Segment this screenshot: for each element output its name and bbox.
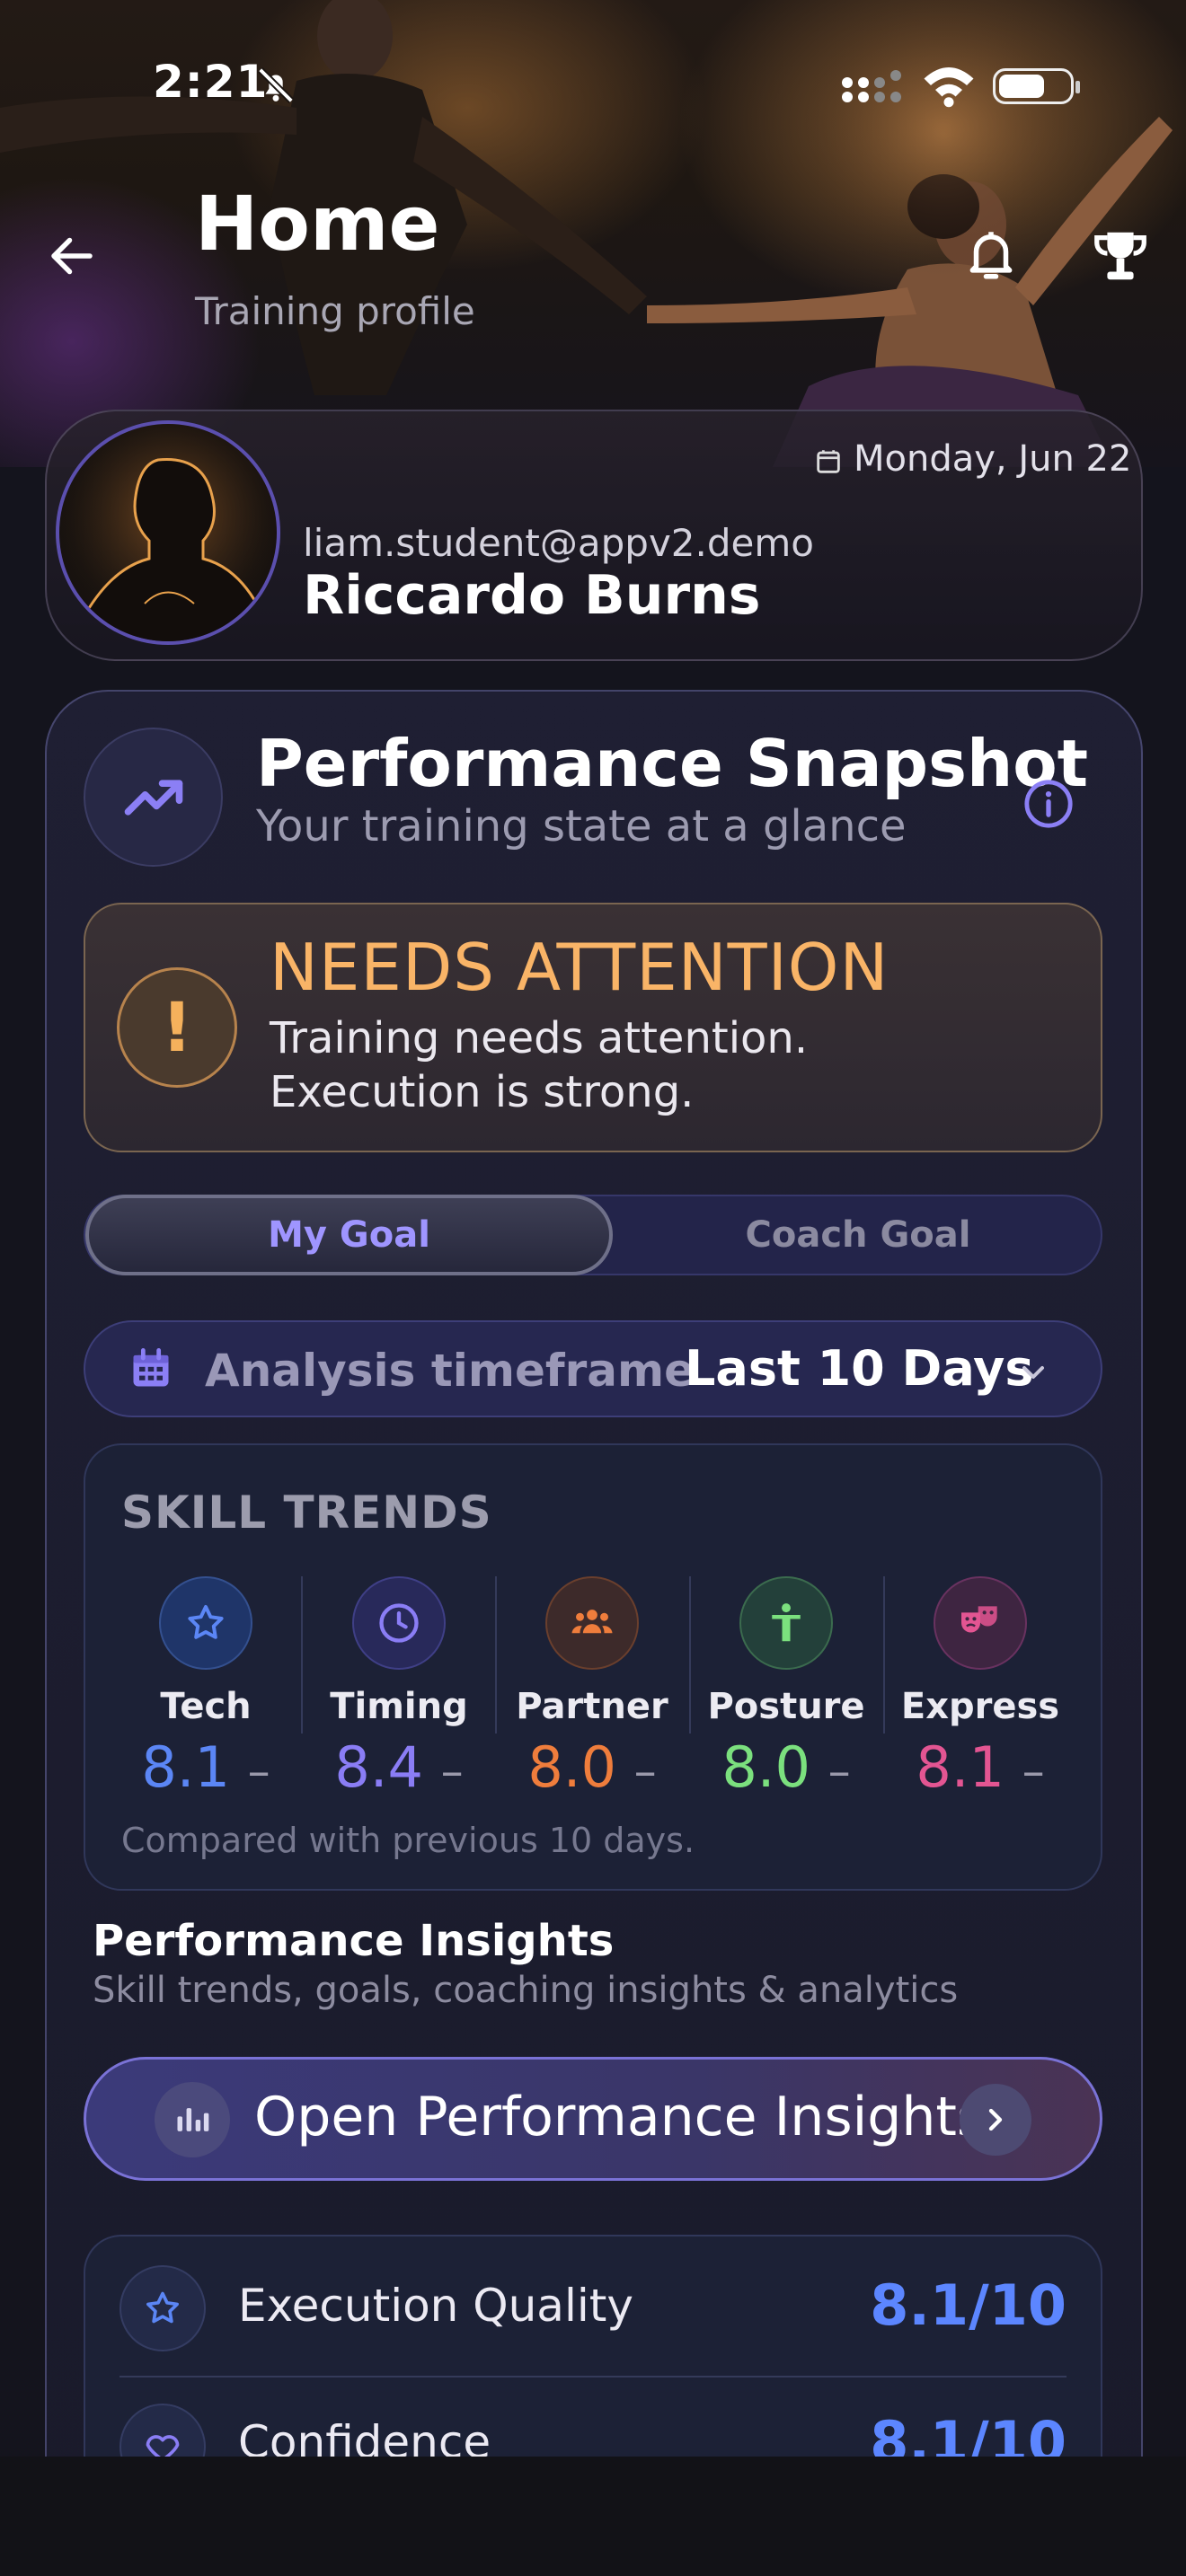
trend-indicator: – xyxy=(440,1745,464,1797)
divider xyxy=(119,2376,1067,2378)
profile-date: Monday, Jun 22 xyxy=(854,438,1132,480)
trending-up-badge xyxy=(84,728,223,867)
info-icon[interactable] xyxy=(1022,778,1075,830)
skill-timing[interactable]: Timing 8.4 – xyxy=(309,1576,489,1800)
trend-indicator: – xyxy=(1022,1745,1045,1797)
tab-coach-goal[interactable]: Coach Goal xyxy=(615,1195,1101,1275)
avatar[interactable] xyxy=(56,420,280,645)
profile-email: liam.student@appv2.demo xyxy=(303,521,814,565)
insights-title: Performance Insights xyxy=(93,1916,615,1966)
trophy-icon[interactable] xyxy=(1089,225,1152,287)
timeframe-value[interactable]: Last 10 Days xyxy=(685,1340,1034,1397)
trend-indicator: – xyxy=(247,1745,270,1797)
star-icon xyxy=(159,1576,252,1670)
skill-label: Timing xyxy=(330,1686,468,1727)
skill-label: Posture xyxy=(707,1686,865,1727)
trends-footnote: Compared with previous 10 days. xyxy=(121,1821,695,1860)
skill-value: 8.4 xyxy=(334,1734,423,1800)
bar-chart-icon xyxy=(155,2082,230,2157)
bell-off-icon xyxy=(258,67,294,103)
skill-value: 8.0 xyxy=(527,1734,616,1800)
profile-name: Riccardo Burns xyxy=(303,564,761,627)
alert-line-1: Training needs attention. xyxy=(270,1013,809,1063)
divider xyxy=(689,1576,691,1734)
status-time: 2:21 xyxy=(153,56,269,108)
wifi-icon xyxy=(924,67,974,108)
divider xyxy=(883,1576,885,1734)
snapshot-title: Performance Snapshot xyxy=(256,726,1089,801)
alert-title: NEEDS ATTENTION xyxy=(270,930,890,1005)
skill-value: 8.0 xyxy=(721,1734,810,1800)
tab-my-goal[interactable]: My Goal xyxy=(85,1195,613,1275)
battery-icon xyxy=(993,68,1080,104)
alert-line-2: Execution is strong. xyxy=(270,1067,695,1117)
divider xyxy=(301,1576,303,1734)
skill-posture[interactable]: Posture 8.0 – xyxy=(696,1576,876,1800)
skill-express[interactable]: Express 8.1 – xyxy=(890,1576,1070,1800)
divider xyxy=(495,1576,497,1734)
skill-value: 8.1 xyxy=(141,1734,230,1800)
page-title: Home xyxy=(195,180,440,268)
insights-subtitle: Skill trends, goals, coaching insights &… xyxy=(93,1970,959,2011)
star-icon xyxy=(119,2265,206,2351)
skill-label: Tech xyxy=(160,1686,252,1727)
warning-exclamation-icon: ! xyxy=(117,967,237,1088)
people-icon xyxy=(545,1576,639,1670)
notifications-bell-icon[interactable] xyxy=(961,225,1021,284)
skill-tech[interactable]: Tech 8.1 – xyxy=(116,1576,296,1800)
trend-indicator: – xyxy=(633,1745,657,1797)
skill-trends-title: SKILL TRENDS xyxy=(121,1486,492,1539)
snapshot-subtitle: Your training state at a glance xyxy=(256,801,907,851)
calendar-icon xyxy=(133,1348,169,1387)
person-icon xyxy=(739,1576,833,1670)
page-subtitle: Training profile xyxy=(195,289,475,333)
open-insights-label[interactable]: Open Performance Insights xyxy=(254,2086,985,2148)
cellular-signal-icon xyxy=(842,70,901,102)
avatar-silhouette-icon xyxy=(59,424,277,641)
bottom-bar xyxy=(0,2457,1186,2576)
masks-icon xyxy=(934,1576,1027,1670)
skill-value: 8.1 xyxy=(916,1734,1005,1800)
skill-partner[interactable]: Partner 8.0 – xyxy=(502,1576,682,1800)
calendar-icon xyxy=(817,450,840,473)
clock-icon xyxy=(352,1576,446,1670)
chevron-down-icon[interactable] xyxy=(1015,1354,1051,1390)
trend-indicator: – xyxy=(828,1745,851,1797)
metric-label: Execution Quality xyxy=(238,2280,633,2332)
back-arrow-icon[interactable] xyxy=(45,229,99,283)
timeframe-label: Analysis timeframe xyxy=(205,1345,695,1397)
skill-label: Express xyxy=(900,1686,1060,1727)
metric-value: 8.1/10 xyxy=(870,2272,1067,2338)
skill-label: Partner xyxy=(516,1686,668,1727)
trending-up-icon xyxy=(124,780,183,816)
chevron-right-icon[interactable] xyxy=(960,2084,1031,2156)
